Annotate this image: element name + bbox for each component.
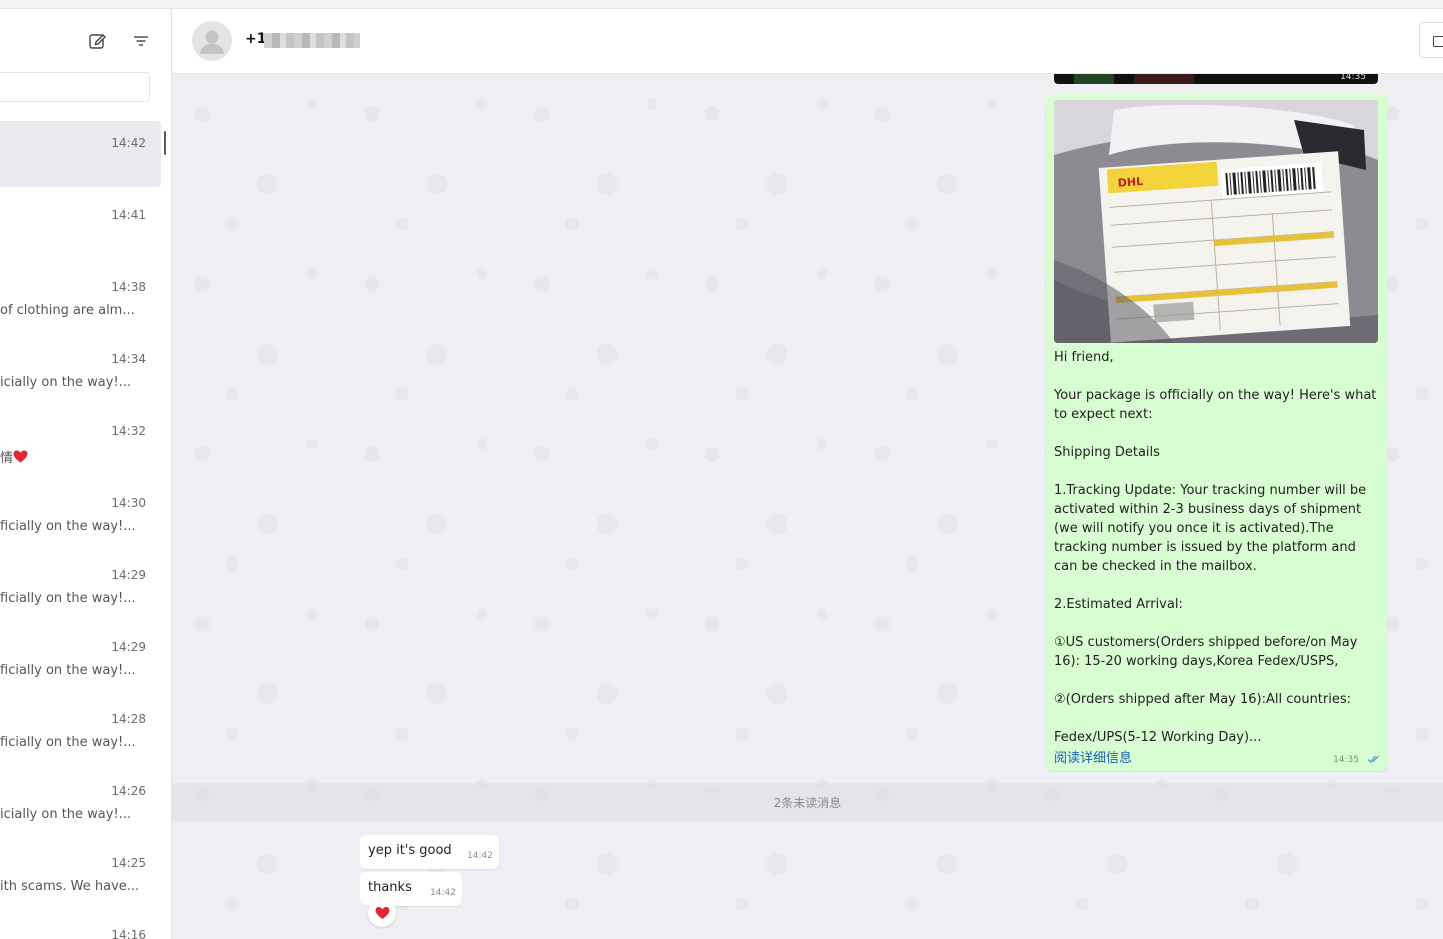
message-line: 2.Estimated Arrival:	[1054, 597, 1183, 612]
chat-preview: icially on the way!...	[0, 375, 132, 390]
search-input[interactable]	[0, 72, 150, 102]
chat-list-item[interactable]: 14:16	[0, 913, 161, 939]
message-line: Shipping Details	[1054, 445, 1160, 460]
message-line	[1054, 709, 1379, 728]
chat-time: 14:25	[111, 856, 146, 870]
message-line: ②(Orders shipped after May 16):All count…	[1054, 692, 1352, 707]
chat-list-item[interactable]: 14:29 ficially on the way!...	[0, 625, 161, 691]
message-line	[1054, 462, 1379, 481]
chat-list-item[interactable]: 14:29 ficially on the way!...	[0, 553, 161, 619]
chat-list-item[interactable]: 14:32 情	[0, 409, 161, 475]
message-line	[1054, 367, 1379, 386]
default-avatar-icon[interactable]	[192, 21, 232, 61]
chat-list-item[interactable]: 14:34 icially on the way!...	[0, 337, 161, 403]
chat-preview: icially on the way!...	[0, 807, 132, 822]
package-photo[interactable]: DHL	[1054, 100, 1378, 343]
chat-preview-text: 情	[0, 451, 14, 466]
chat-time: 14:41	[111, 208, 146, 222]
heart-icon[interactable]	[368, 899, 396, 927]
window-top-strip	[0, 0, 1443, 9]
square-icon	[1433, 36, 1443, 47]
header-action-button[interactable]	[1419, 22, 1443, 58]
chat-preview: ficially on the way!...	[0, 663, 136, 678]
chat-list-item[interactable]: 14:26 icially on the way!...	[0, 769, 161, 835]
message-line	[1054, 614, 1379, 633]
chat-preview: of clothing are alm...	[0, 303, 135, 318]
chat-header: +1	[172, 9, 1443, 74]
image-detail	[1074, 74, 1114, 84]
message-line: Fedex/UPS(5-12 Working Day)...	[1054, 730, 1262, 745]
outgoing-message-bubble[interactable]: DHL Hi friend, Your package is officiall…	[1046, 94, 1387, 771]
chat-preview: ith scams. We have...	[0, 879, 140, 894]
double-check-icon	[1367, 754, 1381, 764]
image-detail	[1134, 74, 1194, 84]
message-text: yep it's good	[368, 843, 452, 858]
chat-list-item[interactable]: 14:28 ficially on the way!...	[0, 697, 161, 763]
message-line	[1054, 671, 1379, 690]
chat-preview: ficially on the way!...	[0, 591, 136, 606]
unread-divider-label: 2条未读消息	[773, 796, 842, 810]
chat-time: 14:42	[111, 136, 146, 150]
message-time: 14:42	[430, 888, 456, 898]
message-line: ①US customers(Orders shipped before/on M…	[1054, 635, 1358, 669]
message-time: 14:35	[1340, 74, 1366, 82]
message-line: 1.Tracking Update: Your tracking number …	[1054, 483, 1367, 574]
chat-list-item[interactable]: 14:30 ficially on the way!...	[0, 481, 161, 547]
redacted-phone-number	[264, 33, 360, 48]
message-time: 14:42	[467, 851, 493, 861]
message-time: 14:35	[1333, 755, 1359, 765]
chat-time: 14:38	[111, 280, 146, 294]
dhl-label: DHL	[1117, 175, 1143, 190]
previous-image-message[interactable]: 14:35	[1054, 74, 1378, 84]
chat-time: 14:34	[111, 352, 146, 366]
chat-time: 14:16	[111, 928, 146, 939]
incoming-message-bubble[interactable]: yep it's good 14:42	[360, 835, 499, 869]
message-line	[1054, 424, 1379, 443]
heart-emoji-icon	[13, 450, 28, 463]
message-panel: 14:35 DHL Hi friend, Your package is off…	[172, 74, 1443, 939]
sidebar-scrollbar[interactable]	[164, 131, 166, 155]
chat-list-item[interactable]: 14:38 of clothing are alm...	[0, 265, 161, 331]
chat-preview: 情	[0, 447, 28, 466]
chat-sidebar: 14:42 14:41 14:38 of clothing are alm...…	[0, 9, 172, 939]
chat-time: 14:29	[111, 640, 146, 654]
filter-icon[interactable]	[131, 31, 151, 51]
read-more-link[interactable]: 阅读详细信息	[1054, 747, 1132, 766]
chat-time: 14:28	[111, 712, 146, 726]
message-text: thanks	[368, 880, 412, 895]
chat-list-item[interactable]: 14:25 ith scams. We have...	[0, 841, 161, 907]
chat-list-item[interactable]: 14:42	[0, 121, 161, 187]
chat-time: 14:26	[111, 784, 146, 798]
chat-list-item[interactable]: 14:41	[0, 193, 161, 259]
message-line: Your package is officially on the way! H…	[1054, 388, 1377, 422]
chat-time: 14:30	[111, 496, 146, 510]
chat-preview: ficially on the way!...	[0, 735, 136, 750]
chat-time: 14:32	[111, 424, 146, 438]
message-text: Hi friend, Your package is officially on…	[1054, 348, 1379, 747]
message-line	[1054, 576, 1379, 595]
chat-time: 14:29	[111, 568, 146, 582]
chat-preview: ficially on the way!...	[0, 519, 136, 534]
compose-icon[interactable]	[87, 31, 107, 51]
message-line: Hi friend,	[1054, 350, 1114, 365]
unread-divider: 2条未读消息	[172, 783, 1443, 821]
